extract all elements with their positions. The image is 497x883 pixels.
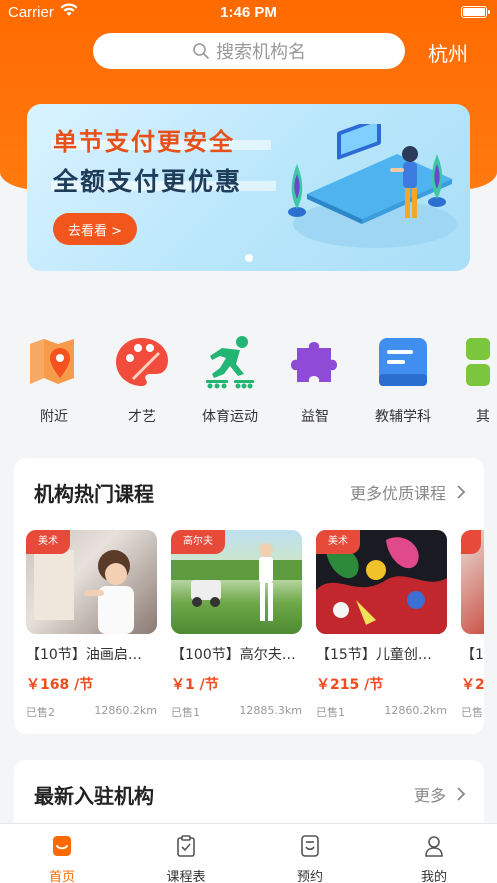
course-card[interactable]: 【15 ￥2 已售 — [461, 530, 484, 720]
category-label: 益智 — [301, 409, 329, 425]
city-selector[interactable]: 杭州 — [428, 38, 468, 67]
course-price: ￥2 — [461, 677, 484, 693]
course-meta: 已售2 12860.2km — [26, 704, 157, 720]
promo-banner[interactable]: 单节支付更安全 全额支付更优惠 去看看 > — [27, 104, 470, 271]
course-sold: 已售 — [461, 706, 483, 719]
course-name: 【15 — [461, 647, 484, 663]
category-puzzle[interactable]: 益智 — [271, 334, 359, 426]
course-list: 美术 【10节】油画启… ￥168 /节 已售2 12860.2km 高尔夫 【… — [26, 530, 484, 720]
tab-label: 我的 — [420, 870, 447, 883]
banner-subheadline: 全额支付更优惠 — [53, 167, 243, 196]
skater-icon — [206, 336, 254, 389]
category-other[interactable]: 其 — [450, 334, 497, 426]
course-distance: 12885.3km — [239, 704, 302, 717]
tab-booking[interactable]: 预约 — [248, 834, 372, 883]
category-label: 其 — [476, 409, 490, 425]
category-label: 才艺 — [128, 409, 156, 425]
more-label: 更多 — [413, 786, 446, 805]
home-icon — [53, 836, 71, 856]
book-icon — [379, 338, 427, 386]
status-bar: Carrier 1:46 PM — [0, 0, 497, 26]
course-distance: 12860.2km — [384, 704, 447, 717]
course-distance: 12860.2km — [94, 704, 157, 717]
course-meta: 已售1 12860.2km — [316, 704, 447, 720]
hot-courses-section: 机构热门课程 更多优质课程 美术 【10节】油画启… ￥168 /节 已售2 1… — [14, 458, 484, 734]
course-image — [461, 530, 484, 634]
search-icon — [193, 43, 209, 59]
status-time: 1:46 PM — [220, 4, 277, 21]
course-price: ￥215 /节 — [316, 677, 384, 693]
banner-headline: 单节支付更安全 — [53, 127, 235, 156]
course-name: 【15节】儿童创… — [316, 647, 432, 663]
course-name: 【10节】油画启… — [26, 647, 142, 663]
puzzle-icon — [291, 342, 337, 382]
course-meta: 已售 — [461, 704, 484, 720]
course-image: 美术 — [26, 530, 157, 634]
course-card[interactable]: 高尔夫 【100节】高尔夫… ￥1 /节 已售1 12885.3km — [171, 530, 302, 720]
course-price: ￥168 /节 — [26, 677, 94, 693]
user-icon — [425, 836, 443, 857]
category-label: 附近 — [40, 409, 68, 425]
section-title: 机构热门课程 — [34, 482, 154, 506]
carousel-indicator[interactable] — [245, 254, 253, 262]
course-sold: 已售2 — [26, 706, 55, 719]
bottom-tab-bar: 首页 课程表 预约 我的 — [0, 823, 497, 883]
course-sold: 已售1 — [171, 706, 200, 719]
more-courses-link[interactable]: 更多优质课程 — [350, 480, 466, 504]
tab-profile[interactable]: 我的 — [372, 834, 496, 883]
more-orgs-link[interactable]: 更多 — [414, 782, 466, 806]
chevron-right-icon — [457, 485, 466, 499]
tab-label: 课程表 — [166, 870, 206, 883]
banner-cta-button[interactable]: 去看看 > — [53, 213, 137, 245]
battery-icon — [461, 6, 490, 18]
more-label: 更多优质课程 — [349, 484, 446, 503]
course-tag — [461, 530, 481, 554]
course-meta: 已售1 12885.3km — [171, 704, 302, 720]
grid-icon — [466, 338, 490, 386]
palette-icon — [116, 338, 168, 386]
category-tutoring[interactable]: 教辅学科 — [359, 334, 447, 426]
course-tag: 美术 — [316, 530, 360, 554]
section-title: 最新入驻机构 — [34, 784, 154, 808]
course-image: 美术 — [316, 530, 447, 634]
search-input[interactable]: 搜索机构名 — [93, 33, 405, 69]
chevron-right-icon — [457, 787, 466, 801]
category-label: 体育运动 — [202, 409, 258, 425]
course-card[interactable]: 美术 【10节】油画启… ￥168 /节 已售2 12860.2km — [26, 530, 157, 720]
course-image: 高尔夫 — [171, 530, 302, 634]
course-tag: 高尔夫 — [171, 530, 225, 554]
course-tag: 美术 — [26, 530, 70, 554]
location-map-icon — [30, 339, 74, 384]
category-row: 附近 才艺 体育运动 益智 教辅学科 其 — [0, 334, 497, 434]
category-label: 教辅学科 — [375, 409, 431, 425]
category-talent[interactable]: 才艺 — [98, 334, 186, 426]
tab-label: 预约 — [296, 870, 323, 883]
clipboard-icon — [177, 835, 195, 857]
category-nearby[interactable]: 附近 — [10, 334, 98, 426]
course-name: 【100节】高尔夫… — [171, 647, 296, 663]
course-card[interactable]: 美术 【15节】儿童创… ￥215 /节 已售1 12860.2km — [316, 530, 447, 720]
category-sports[interactable]: 体育运动 — [186, 334, 274, 426]
banner-illustration — [288, 124, 457, 248]
tab-home[interactable]: 首页 — [0, 834, 124, 883]
course-sold: 已售1 — [316, 706, 345, 719]
tab-schedule[interactable]: 课程表 — [124, 834, 248, 883]
booking-icon — [301, 835, 319, 857]
course-price: ￥1 /节 — [171, 677, 219, 693]
tab-label: 首页 — [48, 870, 75, 883]
search-placeholder: 搜索机构名 — [216, 42, 306, 63]
